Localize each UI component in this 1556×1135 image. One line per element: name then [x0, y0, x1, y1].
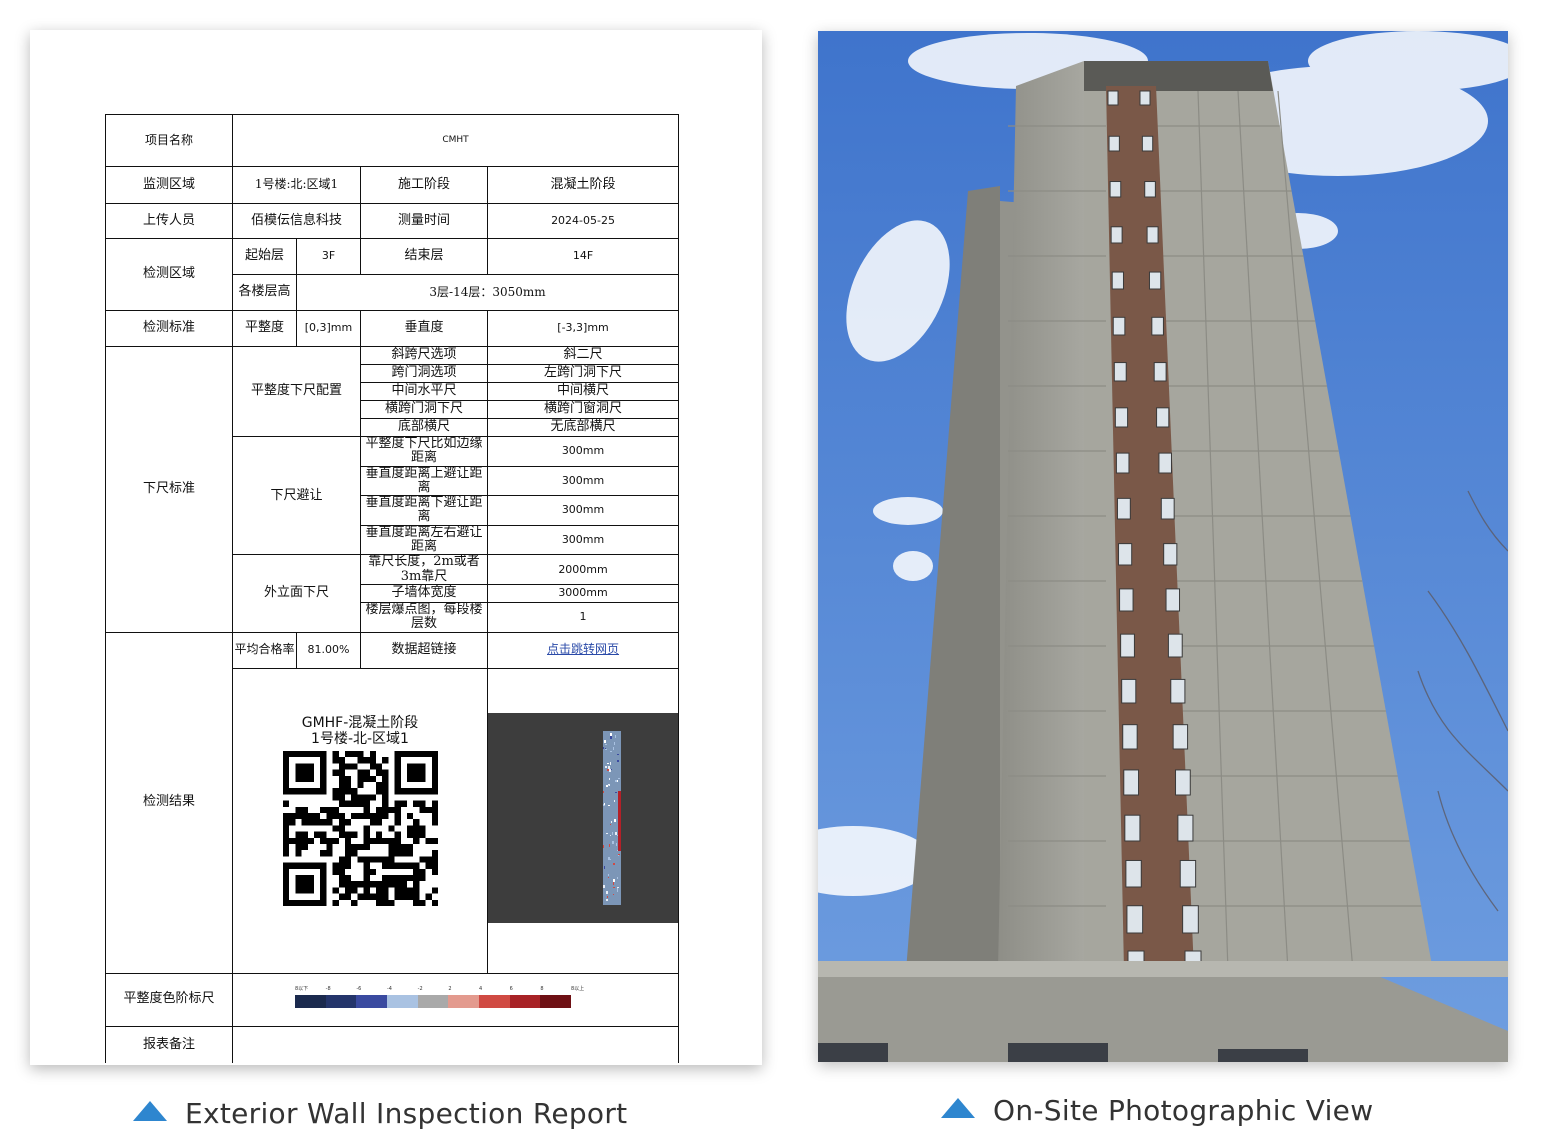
color-scale-swatch: [509, 994, 541, 1008]
flatness-heatmap-strip: [603, 730, 621, 905]
ruler-item-value: 1: [486, 601, 680, 633]
qr-panel: GMHF-混凝土阶段 1号楼-北-区域1: [234, 669, 487, 971]
color-scale-tick: 8: [540, 985, 544, 992]
remarks-label: 报表备注: [105, 1025, 233, 1064]
ruler-item-value: 300mm: [486, 465, 680, 497]
color-scale-swatch: [387, 994, 418, 1008]
detect-area-label: 检测区域: [105, 238, 233, 311]
qr-code[interactable]: [282, 750, 438, 906]
verticality-value: [-3,3]mm: [486, 310, 680, 347]
avg-pass-label: 平均合格率: [232, 631, 297, 669]
monitor-area-value: 1号楼:北:区域1: [232, 166, 361, 204]
ruler-item-value: 300mm: [486, 495, 680, 526]
heatmap-panel: [488, 669, 678, 971]
ruler-item-name: 楼层爆点图，每段楼层数: [360, 601, 488, 633]
uploader-value: 佰模伝信息科技: [232, 203, 361, 239]
flatness-label: 平整度: [232, 310, 297, 347]
color-scale-swatch: [540, 994, 572, 1008]
ruler-item-value: 300mm: [486, 436, 680, 467]
ruler-item-name: 平整度下尺比如边缘距离: [360, 436, 488, 467]
color-scale-swatch: [417, 994, 449, 1008]
project-name-value: CMHT: [231, 114, 680, 167]
floor-height-label: 各楼层高: [232, 274, 297, 311]
ruler-item-name: 垂直度距离下避让距离: [360, 495, 488, 526]
facade-ruler-label: 外立面下尺: [232, 554, 361, 633]
measure-time-label: 测量时间: [360, 203, 488, 239]
color-scale-tick: 8以上: [571, 985, 585, 992]
color-scale-tick: 2: [448, 985, 452, 992]
floor-height-value: 3层-14层：3050mm: [295, 274, 680, 311]
photo-caption-text: On-Site Photographic View: [993, 1094, 1374, 1127]
data-link[interactable]: 点击跳转网页: [547, 642, 619, 656]
verticality-label: 垂直度: [360, 310, 488, 347]
report-caption: Exterior Wall Inspection Report: [133, 1097, 627, 1130]
ruler-item-name: 靠尺长度，2m或者3m靠尺: [360, 554, 488, 585]
ruler-item-name: 中间水平尺: [360, 382, 488, 401]
color-scale-tick: 6: [509, 985, 513, 992]
color-scale-tick: -8: [325, 985, 331, 992]
color-scale-swatch: [325, 994, 357, 1008]
ruler-item-name: 横跨门洞下尺: [360, 400, 488, 419]
project-name-label: 项目名称: [105, 114, 233, 167]
color-scale-tick: -2: [417, 985, 423, 992]
report-caption-text: Exterior Wall Inspection Report: [185, 1097, 628, 1130]
color-scale-tick: -4: [387, 985, 392, 992]
ruler-item-name: 子墙体宽度: [360, 583, 488, 603]
ruler-standard-label: 下尺标准: [105, 346, 233, 633]
ruler-item-name: 垂直度距离左右避让距离: [360, 524, 488, 556]
measure-time-value: 2024-05-25: [486, 203, 680, 239]
start-floor-value: 3F: [296, 238, 361, 275]
ruler-item-value: 斜二尺: [486, 346, 680, 365]
report-table: 项目名称 CMHT 监测区域 1号楼:北:区域1 施工阶段 混凝土阶段 上传人员…: [105, 114, 680, 1064]
qr-title-line2: 1号楼-北-区域1: [311, 730, 409, 747]
ruler-item-value: 左跨门洞下尺: [486, 364, 680, 383]
result-label: 检测结果: [105, 631, 233, 974]
color-scale-label: 平整度色阶标尺: [105, 972, 233, 1027]
remarks-value: [231, 1025, 680, 1064]
ruler-item-name: 跨门洞选项: [360, 364, 488, 383]
ruler-item-value: 中间横尺: [486, 382, 680, 401]
end-floor-value: 14F: [486, 238, 680, 275]
color-scale-swatch: [295, 994, 326, 1008]
ruler-item-value: 2000mm: [486, 554, 680, 585]
inspection-report-document: 项目名称 CMHT 监测区域 1号楼:北:区域1 施工阶段 混凝土阶段 上传人员…: [30, 30, 762, 1065]
color-scale-tick: 8以下: [295, 985, 309, 992]
color-scale-swatch: [479, 994, 510, 1008]
color-scale-tick: -6: [356, 985, 362, 992]
ruler-item-name: 底部横尺: [360, 418, 488, 437]
color-scale-swatch: [448, 994, 480, 1008]
start-floor-label: 起始层: [232, 238, 297, 275]
ruler-item-value: 无底部横尺: [486, 418, 680, 437]
uploader-label: 上传人员: [105, 203, 233, 239]
ruler-item-value: 3000mm: [486, 583, 680, 603]
qr-title-line1: GMHF-混凝土阶段: [301, 714, 419, 731]
data-link-label: 数据超链接: [360, 631, 488, 669]
photo-caption: On-Site Photographic View: [941, 1094, 1373, 1127]
detect-standard-label: 检测标准: [105, 310, 233, 347]
building-photo: [818, 31, 1508, 1062]
ruler-config-label: 平整度下尺配置: [232, 346, 361, 437]
ruler-item-name: 垂直度距离上避让距离: [360, 465, 488, 497]
end-floor-label: 结束层: [360, 238, 488, 275]
ruler-item-value: 300mm: [486, 524, 680, 556]
triangle-marker-icon: [133, 1101, 167, 1121]
triangle-marker-icon: [941, 1098, 975, 1118]
flatness-value: [0,3]mm: [296, 310, 361, 347]
color-scale-swatch: [356, 994, 388, 1008]
ruler-avoid-label: 下尺避让: [232, 435, 361, 556]
monitor-area-label: 监测区域: [105, 166, 233, 204]
ruler-item-value: 横跨门窗洞尺: [486, 400, 680, 419]
color-scale: 8以下 -8 -6 -4 -2 2 4 6 8 8以上: [234, 975, 678, 1025]
color-scale-tick: 4: [479, 985, 483, 992]
avg-pass-value: 81.00%: [296, 631, 361, 669]
construction-stage-value: 混凝土阶段: [486, 166, 680, 204]
construction-stage-label: 施工阶段: [360, 166, 488, 204]
ruler-item-name: 斜跨尺选项: [360, 346, 488, 365]
